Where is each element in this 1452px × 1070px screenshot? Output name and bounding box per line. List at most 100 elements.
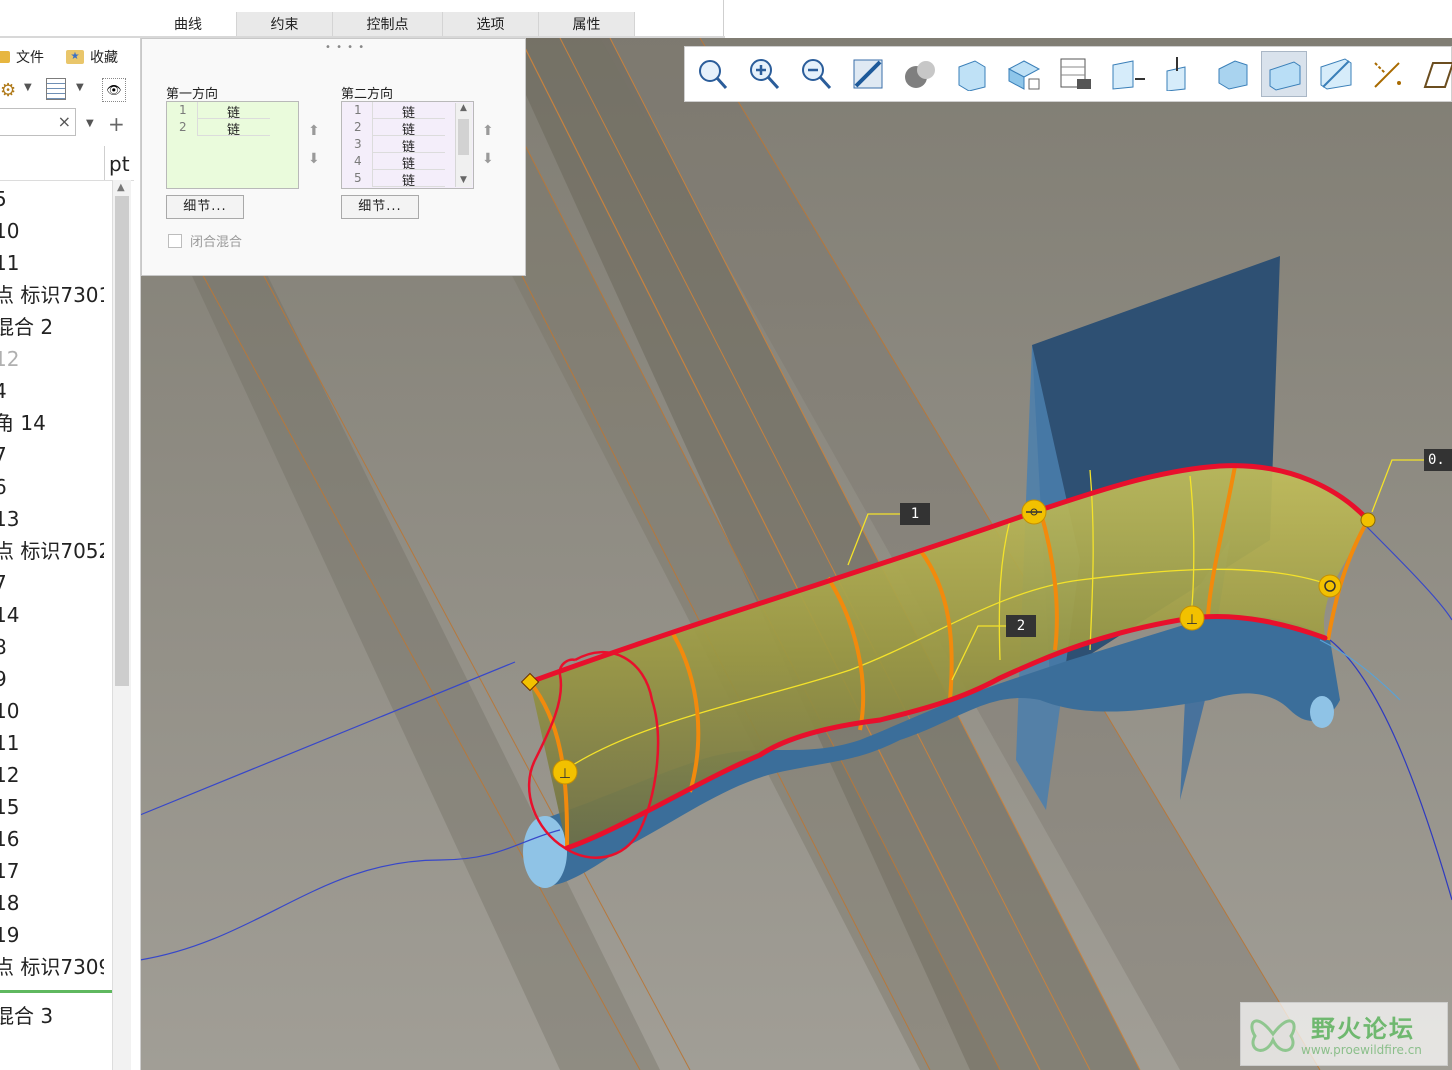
display-style-button[interactable] xyxy=(949,51,995,97)
tab-2[interactable]: 控制点 xyxy=(333,12,443,38)
chain-row[interactable]: 5链 xyxy=(342,170,473,189)
chain-row[interactable]: 1链 xyxy=(342,102,473,121)
scroll-down-icon[interactable]: ▼ xyxy=(460,175,467,185)
callout-2[interactable]: 2 xyxy=(1006,615,1036,637)
tab-1[interactable]: 约束 xyxy=(237,12,333,38)
scroll-thumb[interactable] xyxy=(458,119,469,155)
tree-columns-icon[interactable] xyxy=(46,78,66,100)
scroll-thumb[interactable] xyxy=(115,196,129,686)
favorites-label: 收藏 xyxy=(90,50,118,66)
plane-display-button[interactable] xyxy=(1105,51,1151,97)
second-direction-details-button[interactable]: 细节... xyxy=(341,195,419,219)
chain-row[interactable]: 3链 xyxy=(342,136,473,155)
tree-item[interactable]: 13 xyxy=(0,503,104,535)
appearance-button[interactable] xyxy=(897,51,943,97)
point-display-button[interactable] xyxy=(1157,51,1203,97)
tree-item[interactable]: 16 xyxy=(0,823,104,855)
chevron-down-icon[interactable]: ▼ xyxy=(24,82,32,93)
move-up-icon[interactable]: ⬆ xyxy=(308,117,320,145)
tree-item[interactable]: 11 xyxy=(0,727,104,759)
clear-icon[interactable]: × xyxy=(58,112,71,131)
tab-3[interactable]: 选项 xyxy=(443,12,539,38)
checkbox[interactable] xyxy=(168,233,182,248)
tree-item[interactable]: 混合 3 xyxy=(0,1000,53,1029)
tree-item[interactable]: 17 xyxy=(0,855,104,887)
tree-scrollbar[interactable]: ▲ xyxy=(112,180,131,1070)
datum-display-button[interactable] xyxy=(1365,51,1411,97)
settings-icon[interactable]: ⚙ xyxy=(0,80,16,101)
show-hide-icon[interactable]: 👁 xyxy=(102,78,126,102)
chain-index: 2 xyxy=(354,120,362,134)
tree-item[interactable]: 点 标识7301 xyxy=(0,279,104,311)
tree-search-input[interactable]: × xyxy=(0,108,76,136)
section-button[interactable] xyxy=(1313,51,1359,97)
scroll-up-icon[interactable]: ▲ xyxy=(460,103,467,113)
move-down-icon[interactable]: ⬇ xyxy=(308,145,320,173)
tree-item[interactable]: 5 xyxy=(0,183,104,215)
first-direction-list[interactable]: 1链2链 xyxy=(166,101,299,189)
tree-item[interactable]: 点 标识7052 xyxy=(0,535,104,567)
tree-item[interactable]: 18 xyxy=(0,887,104,919)
zoom-in-button[interactable] xyxy=(741,51,787,97)
chain-row[interactable]: 4链 xyxy=(342,153,473,172)
shading-with-edges-button[interactable] xyxy=(1261,51,1307,97)
closed-blend-checkbox[interactable]: 闭合混合 xyxy=(168,231,242,250)
zoom-fit-icon xyxy=(699,60,728,90)
chevron-down-icon[interactable]: ▼ xyxy=(86,118,94,129)
tab-4[interactable]: 属性 xyxy=(539,12,635,38)
sketch-display-button[interactable] xyxy=(1417,51,1452,97)
favorites-button[interactable]: ★ 收藏 xyxy=(66,46,118,68)
move-down-icon[interactable]: ⬇ xyxy=(482,145,494,173)
callout-3[interactable]: 0.( xyxy=(1424,449,1452,471)
tree-item[interactable]: 4 xyxy=(0,375,104,407)
forum-watermark: 野火论坛 www.proewildfire.cn xyxy=(1240,1002,1448,1066)
tree-item[interactable]: 10 xyxy=(0,215,104,247)
svg-text:⊥: ⊥ xyxy=(559,766,571,782)
plane-display-icon xyxy=(1112,60,1145,90)
callout-1[interactable]: 1 xyxy=(900,503,930,525)
second-direction-list[interactable]: 1链2链3链4链5链 ▲ ▼ xyxy=(341,101,474,189)
view-toolbar xyxy=(684,46,1452,102)
file-button[interactable]: 文件 xyxy=(0,46,44,68)
chain-index: 4 xyxy=(354,154,362,168)
tree-item[interactable]: 9 xyxy=(0,663,104,695)
chain-row[interactable]: 1链 xyxy=(167,102,298,121)
tree-item[interactable]: 混合 2 xyxy=(0,311,104,343)
tree-item[interactable]: 10 xyxy=(0,695,104,727)
tree-item[interactable]: 14 xyxy=(0,599,104,631)
tree-item[interactable]: 12 xyxy=(0,343,104,375)
list-scrollbar[interactable]: ▲ ▼ xyxy=(455,103,472,187)
chain-row[interactable]: 2链 xyxy=(342,119,473,138)
tree-item[interactable]: 8 xyxy=(0,631,104,663)
tree-item[interactable]: 6 xyxy=(0,471,104,503)
tab-0[interactable]: 曲线 xyxy=(140,12,237,38)
curves-panel: • • • • 第一方向 1链2链 ⬆ ⬇ 细节... 第二方向 1链2链3链4… xyxy=(141,38,526,276)
model-tree-panel: 文件 ★ 收藏 ⚙ ▼ ▼ 👁 × ▼ + pt 5 10 11 点 标识7301 混合… xyxy=(0,38,141,1070)
tree-item[interactable]: 15 xyxy=(0,791,104,823)
add-icon[interactable]: + xyxy=(108,112,125,136)
tree-item[interactable]: 点 标识7309 xyxy=(0,951,104,983)
insert-indicator[interactable] xyxy=(0,990,114,993)
column-header-label[interactable]: pt xyxy=(109,152,130,176)
zoom-fit-button[interactable] xyxy=(689,51,735,97)
tree-item[interactable]: 7 xyxy=(0,439,104,471)
tree-item[interactable]: 11 xyxy=(0,247,104,279)
chevron-down-icon[interactable]: ▼ xyxy=(76,82,84,93)
axis-display-button[interactable] xyxy=(1209,51,1255,97)
view-manager-button[interactable] xyxy=(1053,51,1099,97)
repaint-button[interactable] xyxy=(845,51,891,97)
saved-views-button[interactable] xyxy=(1001,51,1047,97)
first-direction-details-button[interactable]: 细节... xyxy=(166,195,244,219)
scroll-up-icon[interactable]: ▲ xyxy=(117,182,125,193)
tree-item[interactable]: 12 xyxy=(0,759,104,791)
tree-item[interactable]: 角 14 xyxy=(0,407,104,439)
move-up-icon[interactable]: ⬆ xyxy=(482,117,494,145)
model-tree-toolbar: 文件 ★ 收藏 xyxy=(0,38,140,74)
tree-item[interactable]: 19 xyxy=(0,919,104,951)
panel-grip[interactable]: • • • • xyxy=(325,42,365,53)
zoom-out-button[interactable] xyxy=(793,51,839,97)
second-direction-reorder: ⬆ ⬇ xyxy=(482,117,494,173)
chain-index: 3 xyxy=(354,137,362,151)
chain-row[interactable]: 2链 xyxy=(167,119,298,138)
tree-item[interactable]: 7 xyxy=(0,567,104,599)
